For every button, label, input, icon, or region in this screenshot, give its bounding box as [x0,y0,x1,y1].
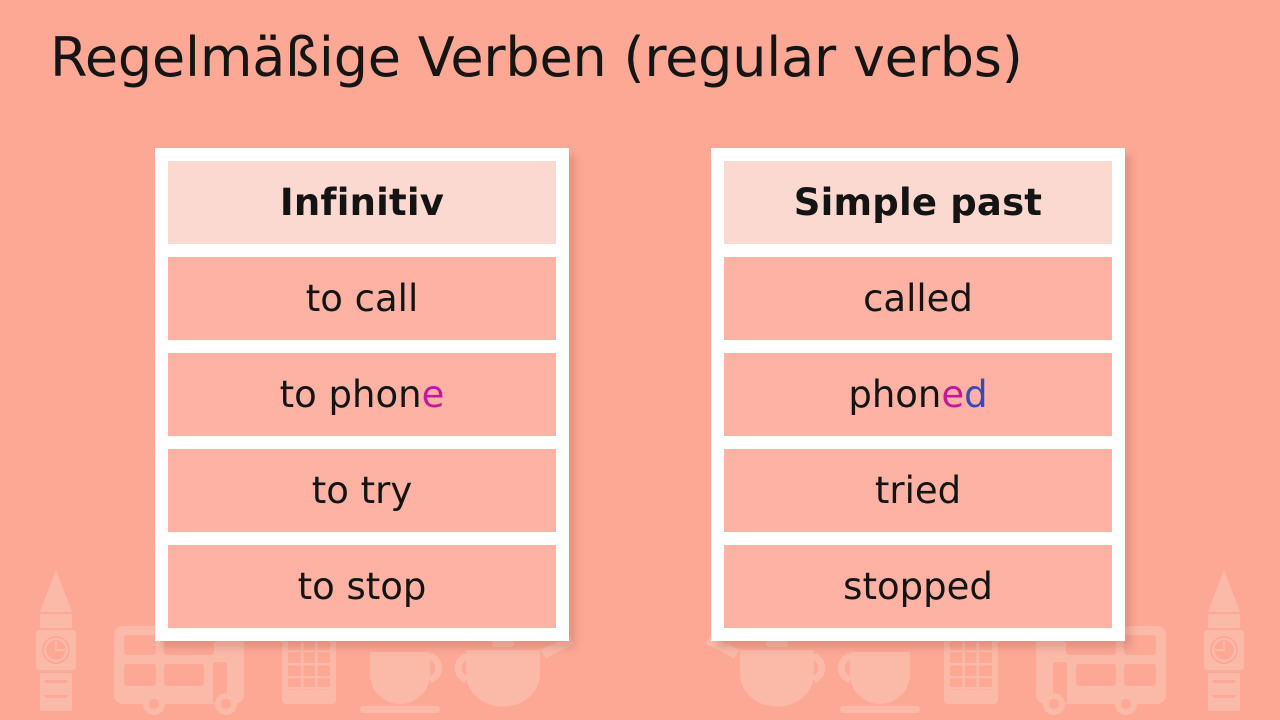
teapot-icon [706,636,826,707]
cell-text-infinitiv-0: to call [306,277,418,320]
table-row: stopped [724,545,1112,628]
teacup-icon [837,652,920,713]
text-segment: to try [311,469,413,512]
table-infinitiv-header: Infinitiv [168,161,556,244]
text-segment: phon [848,373,942,416]
teacup-icon [360,652,443,713]
text-segment: stopped [843,565,993,608]
text-segment: to call [305,277,419,320]
table-simple-past: Simple past called phoned tried stopped [711,148,1125,641]
cell-text-simple-past-3: stopped [843,565,993,608]
cell-text-simple-past-1: phoned [848,373,987,416]
cell-text-simple-past-2: tried [875,469,961,512]
text-segment: tried [874,469,962,512]
table-row: phoned [724,353,1112,436]
cell-text-infinitiv-1: to phone [280,373,445,416]
text-segment: to phon [279,373,422,416]
verb-tables-container: Infinitiv to call to phone to try to sto… [0,148,1280,641]
table-row: to call [168,257,556,340]
table-row: to stop [168,545,556,628]
text-segment: e [941,373,965,416]
table-row: to try [168,449,556,532]
text-segment: e [421,373,445,416]
cell-text-infinitiv-2: to try [312,469,413,512]
text-segment: called [863,277,973,320]
cell-text-infinitiv-3: to stop [298,565,427,608]
slide-title: Regelmäßige Verben (regular verbs) [50,26,1023,89]
cell-text-simple-past-0: called [863,277,973,320]
table-row: to phone [168,353,556,436]
table-simple-past-header: Simple past [724,161,1112,244]
table-row: tried [724,449,1112,532]
text-segment: to stop [297,565,427,608]
table-row: called [724,257,1112,340]
teapot-icon [454,636,574,707]
table-infinitiv: Infinitiv to call to phone to try to sto… [155,148,569,641]
text-segment: d [964,373,988,416]
